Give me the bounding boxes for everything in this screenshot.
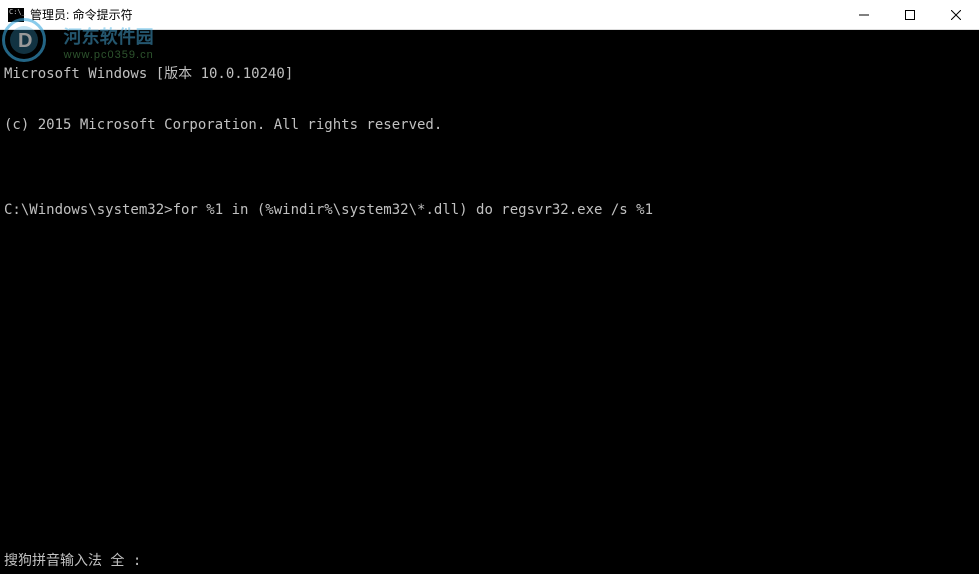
close-button[interactable]	[933, 0, 979, 29]
titlebar-left: 管理员: 命令提示符	[0, 6, 133, 23]
ime-status-bar: 搜狗拼音输入法 全 :	[4, 550, 141, 570]
window-controls	[841, 0, 979, 29]
maximize-icon	[905, 10, 915, 20]
minimize-icon	[859, 10, 869, 20]
window-title: 管理员: 命令提示符	[30, 6, 133, 23]
terminal-line-copyright: (c) 2015 Microsoft Corporation. All righ…	[4, 117, 975, 134]
cmd-icon	[8, 8, 24, 22]
terminal-prompt-line: C:\Windows\system32>for %1 in (%windir%\…	[4, 202, 975, 219]
terminal-prompt: C:\Windows\system32>	[4, 202, 173, 218]
close-icon	[951, 10, 961, 20]
terminal-output[interactable]: Microsoft Windows [版本 10.0.10240] (c) 20…	[0, 30, 979, 238]
window-titlebar: 管理员: 命令提示符	[0, 0, 979, 30]
maximize-button[interactable]	[887, 0, 933, 29]
terminal-command: for %1 in (%windir%\system32\*.dll) do r…	[173, 202, 653, 218]
terminal-line-version: Microsoft Windows [版本 10.0.10240]	[4, 66, 975, 83]
minimize-button[interactable]	[841, 0, 887, 29]
